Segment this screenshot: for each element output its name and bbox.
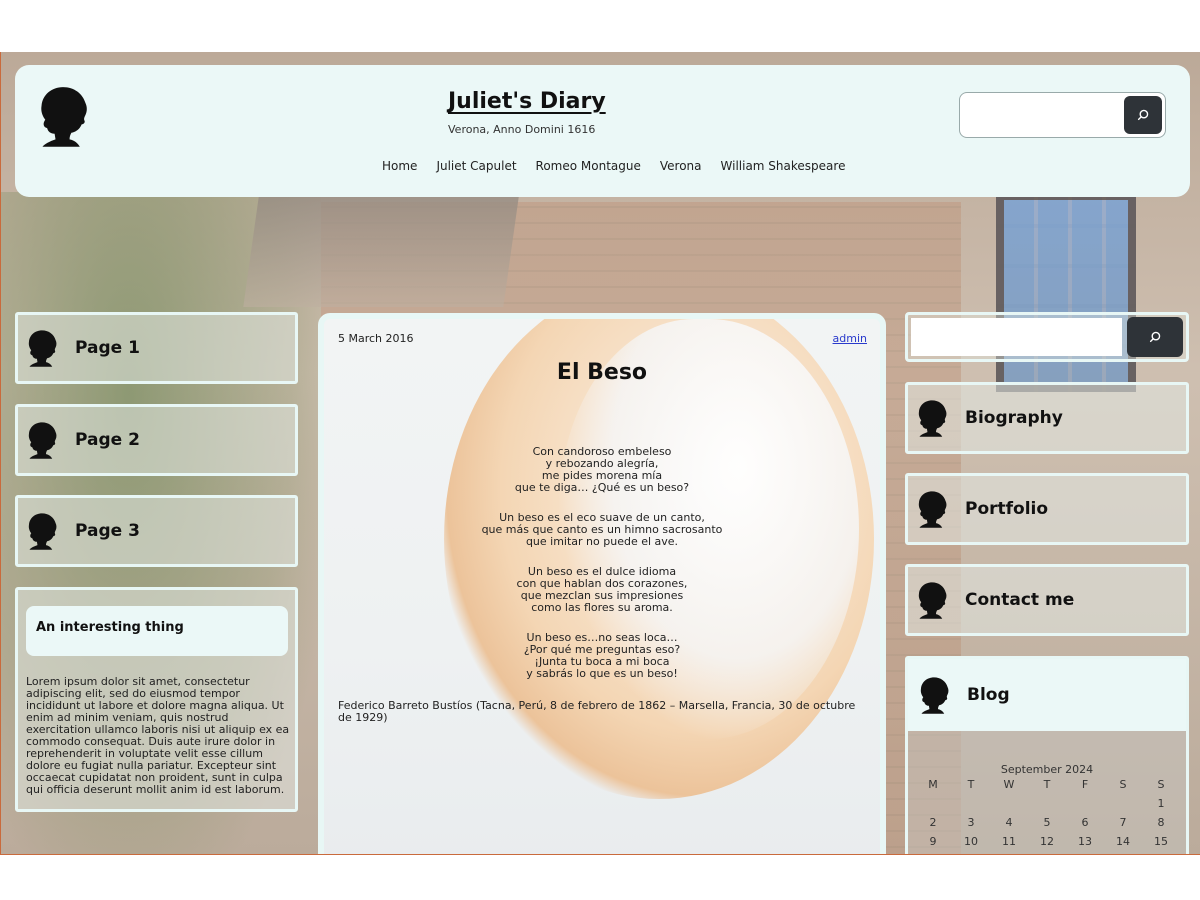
sidebar-link-label: Biography <box>965 408 1063 428</box>
sidebar-search-input[interactable] <box>911 318 1123 356</box>
calendar-weekday: T <box>967 778 975 791</box>
woman-silhouette-icon <box>915 581 949 619</box>
calendar-day: 12 <box>1040 835 1054 848</box>
poem-line: que te diga… ¿Qué es un beso? <box>514 481 690 494</box>
nav-item-juliet-capulet[interactable]: Juliet Capulet <box>436 159 516 173</box>
calendar-day: 5 <box>1043 816 1051 829</box>
poem-attribution: Federico Barreto Bustíos (Tacna, Perú, 8… <box>338 699 856 724</box>
calendar-day <box>914 797 952 810</box>
woman-silhouette-icon <box>915 399 949 437</box>
nav-item-verona[interactable]: Verona <box>660 159 702 173</box>
calendar-day <box>1066 797 1104 810</box>
header-search-button[interactable] <box>1124 96 1162 134</box>
woman-silhouette-icon <box>917 676 951 714</box>
woman-silhouette-icon <box>25 421 59 459</box>
calendar-day <box>1028 797 1066 810</box>
calendar-grid: M T W T F S S 1 2 3 4 5 6 7 8 9 10 11 12… <box>908 778 1186 848</box>
poem-stanza: Con candoroso embeleso y rebozando alegr… <box>324 446 880 494</box>
poem: Con candoroso embeleso y rebozando alegr… <box>324 446 880 698</box>
calendar-day: 6 <box>1081 816 1089 829</box>
widget-title: An interesting thing <box>26 606 288 656</box>
calendar-day: 13 <box>1078 835 1092 848</box>
site-title[interactable]: Juliet's Diary <box>448 89 606 114</box>
calendar-caption: September 2024 <box>1000 763 1094 776</box>
main-navigation: Home Juliet Capulet Romeo Montague Veron… <box>382 159 845 173</box>
calendar-weekday: T <box>1043 778 1051 791</box>
sidebar-link-label: Contact me <box>965 590 1075 610</box>
sidebar-link-biography[interactable]: Biography <box>905 382 1189 454</box>
search-icon <box>1148 330 1162 344</box>
blog-widget-header[interactable]: Blog <box>908 659 1186 731</box>
poem-line: y sabrás lo que es un beso! <box>526 667 678 680</box>
post-date: 5 March 2016 <box>338 332 414 345</box>
poem-line: como las flores su aroma. <box>531 601 673 614</box>
calendar-weekday: S <box>1157 778 1165 791</box>
calendar-weekday: F <box>1081 778 1089 791</box>
calendar-weekday: W <box>1003 778 1015 791</box>
calendar-day: 14 <box>1116 835 1130 848</box>
calendar-day <box>1104 797 1142 810</box>
sidebar-search-button[interactable] <box>1127 317 1183 357</box>
page-viewport: Juliet's Diary Verona, Anno Domini 1616 … <box>0 52 1200 855</box>
poem-stanza: Un beso es el eco suave de un canto, que… <box>324 512 880 548</box>
sidebar-link-contact-me[interactable]: Contact me <box>905 564 1189 636</box>
calendar-day: 9 <box>929 835 937 848</box>
sidebar-page-label: Page 1 <box>75 338 140 358</box>
sidebar-link-portfolio[interactable]: Portfolio <box>905 473 1189 545</box>
poem-line: que imitar no puede el ave. <box>525 535 679 548</box>
post-author-link[interactable]: admin <box>833 332 867 345</box>
calendar-day: 15 <box>1154 835 1168 848</box>
widget-text: Lorem ipsum dolor sit amet, consectetur … <box>26 675 290 796</box>
woman-silhouette-icon[interactable] <box>35 85 91 147</box>
woman-silhouette-icon <box>25 329 59 367</box>
calendar-day: 7 <box>1119 816 1127 829</box>
calendar-day <box>952 797 990 810</box>
calendar-day: 1 <box>1157 797 1165 810</box>
header-search <box>959 92 1166 138</box>
site-header: Juliet's Diary Verona, Anno Domini 1616 … <box>15 65 1190 197</box>
sidebar-page-2[interactable]: Page 2 <box>15 404 298 476</box>
post-title: El Beso <box>556 360 648 385</box>
poem-stanza: Un beso es…no seas loca… ¿Por qué me pre… <box>324 632 880 680</box>
sidebar-page-3[interactable]: Page 3 <box>15 495 298 567</box>
nav-item-home[interactable]: Home <box>382 159 417 173</box>
calendar-day: 8 <box>1157 816 1165 829</box>
blog-widget: Blog September 2024 M T W T F S S 1 2 3 <box>905 656 1189 854</box>
sidebar-search <box>905 312 1189 362</box>
calendar-day: 11 <box>1002 835 1016 848</box>
interesting-thing-widget: An interesting thing Lorem ipsum dolor s… <box>15 587 298 812</box>
sidebar-page-label: Page 2 <box>75 430 140 450</box>
poem-stanza: Un beso es el dulce idioma con que habla… <box>324 566 880 614</box>
calendar-weekday: M <box>928 778 938 791</box>
nav-item-romeo-montague[interactable]: Romeo Montague <box>536 159 641 173</box>
calendar-day: 3 <box>967 816 975 829</box>
site-tagline: Verona, Anno Domini 1616 <box>448 123 596 136</box>
blog-widget-title: Blog <box>967 685 1010 705</box>
calendar-weekday: S <box>1119 778 1127 791</box>
sidebar-page-label: Page 3 <box>75 521 140 541</box>
calendar: September 2024 M T W T F S S 1 2 3 4 5 6… <box>908 763 1186 848</box>
search-icon <box>1136 108 1150 122</box>
calendar-day: 4 <box>1005 816 1013 829</box>
background-balcony <box>243 197 519 307</box>
header-search-input[interactable] <box>963 96 1124 134</box>
woman-silhouette-icon <box>915 490 949 528</box>
sidebar-link-label: Portfolio <box>965 499 1049 519</box>
calendar-day: 10 <box>964 835 978 848</box>
calendar-day <box>990 797 1028 810</box>
woman-silhouette-icon <box>25 512 59 550</box>
nav-item-william-shakespeare[interactable]: William Shakespeare <box>721 159 846 173</box>
calendar-day: 2 <box>929 816 937 829</box>
sidebar-page-1[interactable]: Page 1 <box>15 312 298 384</box>
blog-post: 5 March 2016 admin El Beso Con candoroso… <box>318 313 886 854</box>
